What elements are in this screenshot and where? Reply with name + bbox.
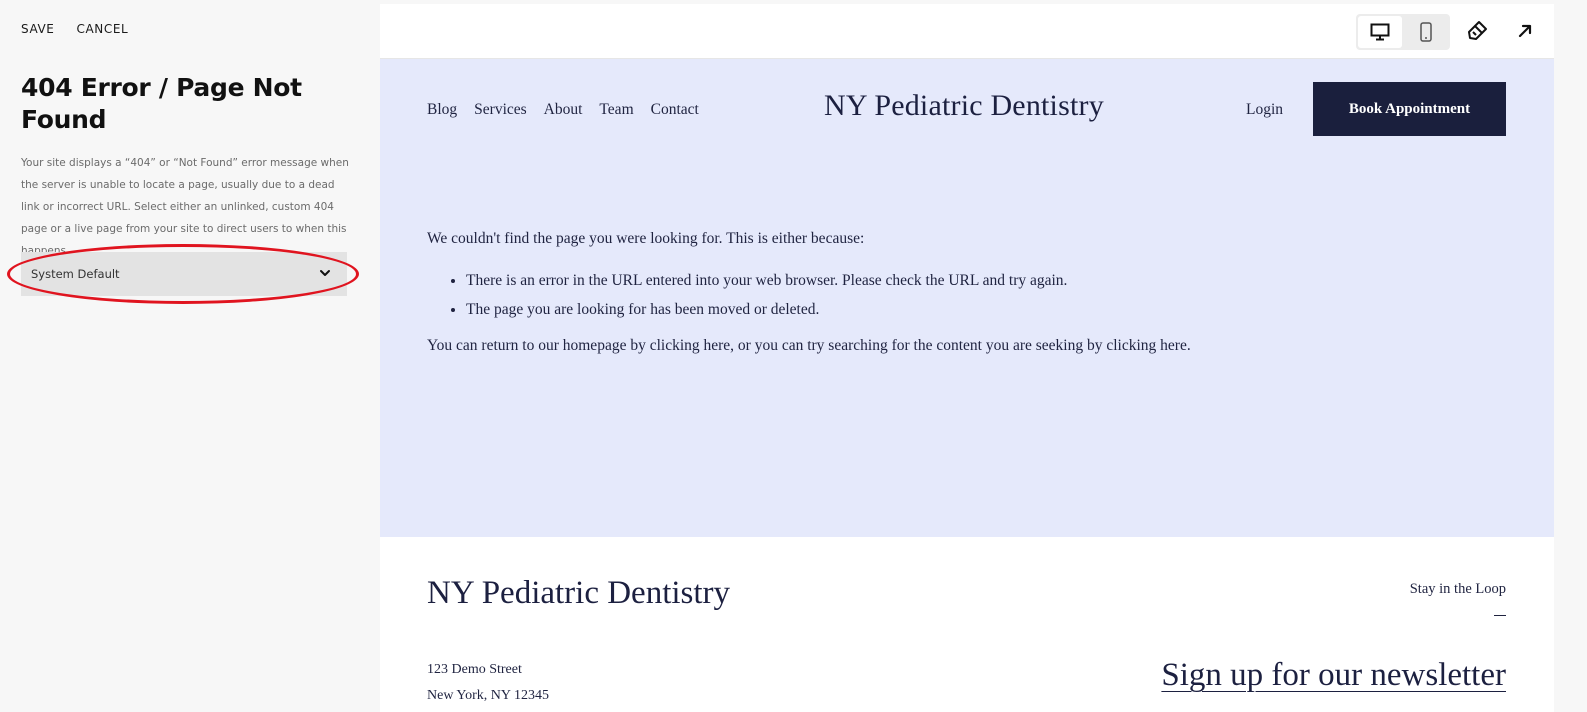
mobile-view-button[interactable] — [1404, 16, 1448, 48]
reason-list: There is an error in the URL entered int… — [466, 271, 1507, 320]
device-toggle — [1356, 14, 1450, 50]
panel-actions: SAVE CANCEL — [21, 22, 128, 36]
404-page-select[interactable]: System Default — [21, 252, 347, 296]
footer-logo: NY Pediatric Dentistry — [427, 575, 731, 611]
list-item: There is an error in the URL entered int… — [466, 271, 1507, 291]
cancel-button[interactable]: CANCEL — [76, 22, 128, 36]
select-value: System Default — [31, 267, 120, 281]
newsletter-link[interactable]: Sign up for our newsletter — [1161, 657, 1506, 694]
desktop-icon — [1370, 23, 1390, 41]
nav-link-team[interactable]: Team — [599, 101, 633, 119]
stay-in-loop-label: Stay in the Loop — [1409, 581, 1506, 597]
nav-link-contact[interactable]: Contact — [651, 101, 699, 119]
save-button[interactable]: SAVE — [21, 22, 54, 36]
preview-toolbar — [380, 4, 1554, 59]
site-header-and-content: Blog Services About Team Contact NY Pedi… — [380, 59, 1554, 537]
list-item: The page you are looking for has been mo… — [466, 300, 1507, 320]
chevron-down-icon — [320, 270, 330, 276]
mobile-icon — [1420, 22, 1432, 42]
book-appointment-button[interactable]: Book Appointment — [1313, 82, 1506, 136]
not-found-intro: We couldn't find the page you were looki… — [427, 230, 865, 247]
nav-link-about[interactable]: About — [544, 101, 583, 119]
return-text: You can return to our homepage by clicki… — [427, 337, 1191, 354]
nav-link-services[interactable]: Services — [474, 101, 527, 119]
expand-arrow-icon — [1518, 24, 1532, 38]
brush-icon — [1468, 21, 1487, 40]
site-footer: NY Pediatric Dentistry 123 Demo Street N… — [380, 537, 1554, 712]
site-logo[interactable]: NY Pediatric Dentistry — [824, 89, 1104, 123]
panel-title: 404 Error / Page Not Found — [21, 73, 302, 134]
not-found-content: We couldn't find the page you were looki… — [427, 229, 1507, 356]
divider-dash — [1494, 615, 1506, 616]
footer-address: 123 Demo Street New York, NY 12345 — [427, 657, 549, 709]
nav-link-blog[interactable]: Blog — [427, 101, 457, 119]
panel-description: Your site displays a “404” or “Not Found… — [21, 157, 349, 257]
site-nav: Blog Services About Team Contact — [427, 101, 699, 119]
settings-panel: SAVE CANCEL 404 Error / Page Not Found Y… — [0, 0, 372, 712]
desktop-view-button[interactable] — [1358, 16, 1402, 48]
address-line: New York, NY 12345 — [427, 688, 549, 703]
open-external-button[interactable] — [1512, 18, 1538, 44]
site-preview: Blog Services About Team Contact NY Pedi… — [380, 4, 1554, 712]
login-link[interactable]: Login — [1246, 101, 1283, 119]
address-line: 123 Demo Street — [427, 662, 522, 677]
brush-button[interactable] — [1464, 18, 1490, 44]
